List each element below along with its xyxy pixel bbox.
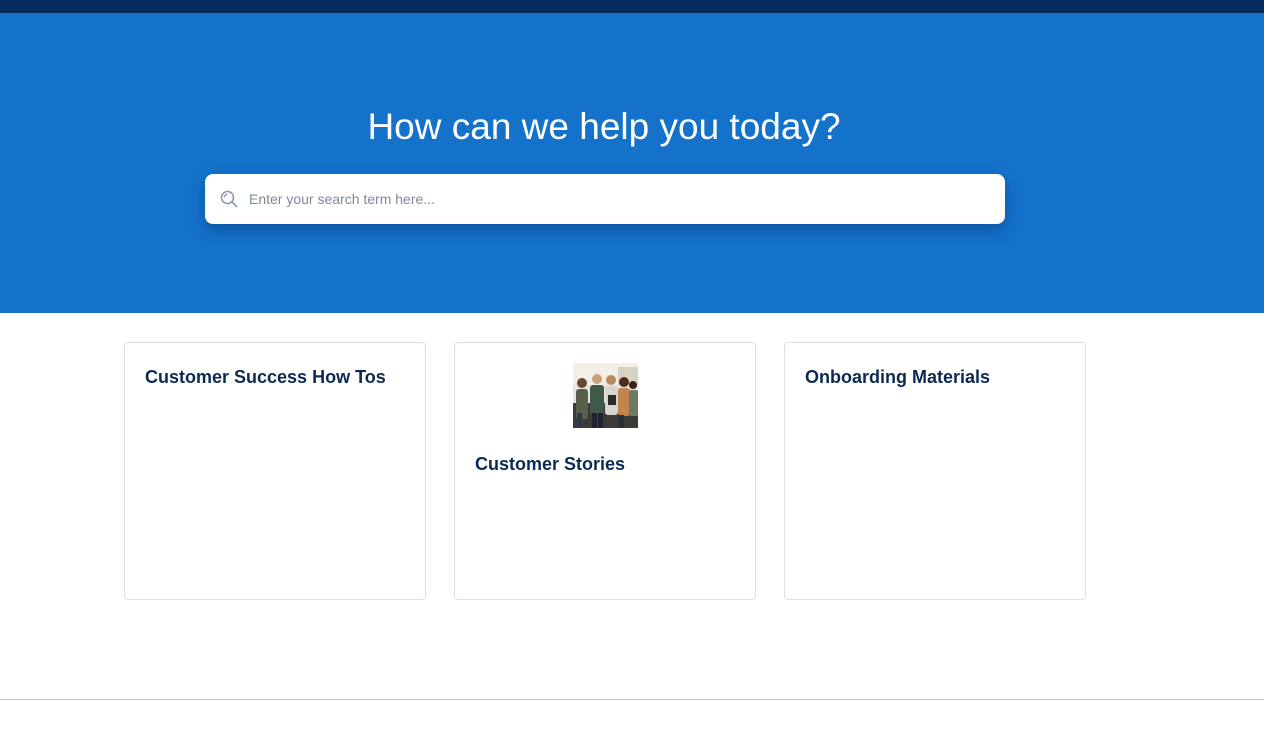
category-card-title: Customer Stories [475,454,626,474]
category-card-title: Customer Success How Tos [145,367,386,387]
group-of-people-photo [573,363,638,428]
search-input[interactable] [249,174,989,224]
search-icon [220,190,238,208]
category-card-customer-success-how-tos[interactable]: Customer Success How Tos [124,342,426,600]
top-navigation-bar [0,0,1264,13]
hero-title: How can we help you today? [367,106,841,147]
hero-banner: How can we help you today? [0,13,1264,313]
footer-divider [0,699,1264,700]
category-card-customer-stories[interactable]: Customer Stories [454,342,756,600]
category-card-title: Onboarding Materials [805,367,991,387]
category-card-onboarding-materials[interactable]: Onboarding Materials [784,342,1086,600]
search-box[interactable] [205,174,1005,224]
